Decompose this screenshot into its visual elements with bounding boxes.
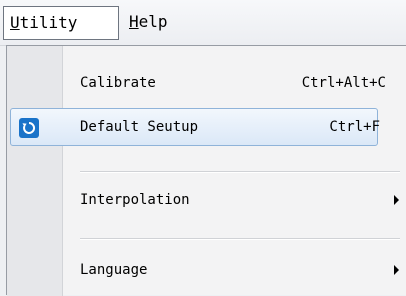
menu-separator bbox=[80, 171, 400, 173]
utility-dropdown-menu: Calibrate Ctrl+Alt+C Default Seutup Ctrl… bbox=[6, 45, 406, 296]
menu-item-calibrate[interactable]: Calibrate Ctrl+Alt+C bbox=[7, 62, 406, 104]
menu-item-interpolation[interactable]: Interpolation bbox=[7, 179, 406, 221]
default-reset-icon bbox=[19, 118, 39, 138]
menu-item-language[interactable]: Language bbox=[7, 249, 406, 291]
menu-item-calibrate-label: Calibrate bbox=[80, 75, 156, 91]
menu-separator bbox=[80, 238, 400, 240]
menu-item-default-setup-shortcut: Ctrl+F bbox=[329, 119, 380, 135]
menu-bar: Utility Help bbox=[0, 0, 406, 46]
submenu-arrow-icon bbox=[394, 195, 399, 205]
menu-help-accel: H bbox=[129, 12, 139, 31]
menu-help[interactable]: Help bbox=[123, 6, 174, 40]
menu-utility-label: tility bbox=[19, 13, 78, 32]
menu-item-language-label: Language bbox=[80, 262, 148, 278]
menu-item-interpolation-label: Interpolation bbox=[80, 192, 190, 208]
menu-utility-accel: U bbox=[10, 13, 20, 32]
menu-utility[interactable]: Utility bbox=[3, 6, 119, 40]
menu-help-label: elp bbox=[138, 12, 168, 31]
menu-item-default-setup[interactable]: Default Seutup Ctrl+F bbox=[7, 106, 406, 148]
menu-item-calibrate-shortcut: Ctrl+Alt+C bbox=[301, 75, 386, 91]
submenu-arrow-icon bbox=[394, 265, 399, 275]
menu-item-default-setup-label: Default Seutup bbox=[80, 119, 199, 135]
